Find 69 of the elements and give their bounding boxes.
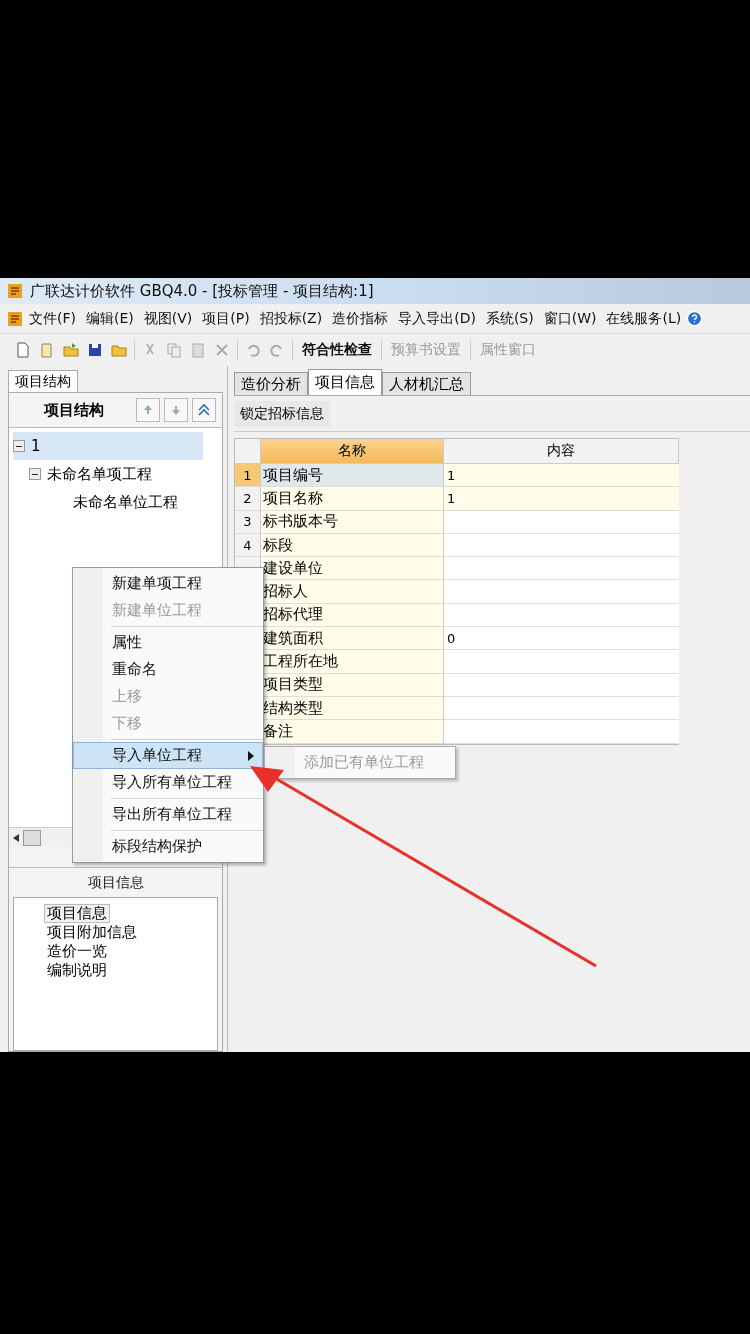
- table-cell: 标书版本号: [261, 510, 444, 534]
- scrollbar-thumb[interactable]: [23, 829, 41, 846]
- menu-item[interactable]: 属性: [73, 629, 263, 656]
- menu-item[interactable]: 造价指标: [327, 309, 394, 328]
- menu-item[interactable]: 视图(V): [138, 309, 198, 328]
- save-icon: [86, 341, 104, 359]
- tree-item[interactable]: 未命名单位工程: [13, 488, 203, 516]
- paste-icon: [189, 341, 207, 359]
- tree-item[interactable]: 项目附加信息: [44, 923, 140, 942]
- table-cell: 项目名称: [261, 487, 444, 511]
- menu-item[interactable]: 文件(F): [24, 309, 81, 328]
- tab[interactable]: 造价分析: [234, 372, 308, 395]
- collapse-toggle[interactable]: [29, 468, 41, 480]
- column-header: 内容: [444, 439, 679, 464]
- row-number: 1: [235, 464, 261, 488]
- new-file-icon: [14, 341, 32, 359]
- row-number: 4: [235, 533, 261, 558]
- caret-icon: [248, 750, 254, 761]
- table-cell: 项目编号: [261, 464, 444, 488]
- table-cell: 招标人: [261, 580, 444, 604]
- app-logo-icon: [6, 282, 24, 300]
- menu-item[interactable]: 招投标(Z): [254, 309, 328, 328]
- menu-item[interactable]: 项目(P): [197, 309, 255, 328]
- collapse-toggle[interactable]: [13, 440, 25, 452]
- table-cell: 工程所在地: [261, 650, 444, 674]
- row-number: 3: [235, 510, 261, 534]
- tree-item[interactable]: 未命名单项工程: [13, 460, 203, 488]
- table-cell: 建筑面积: [261, 627, 444, 651]
- header-corner: [235, 439, 261, 464]
- menu-item[interactable]: 标段结构保护: [73, 833, 263, 860]
- copy-icon: [165, 341, 183, 359]
- tree-item[interactable]: 造价一览: [44, 942, 110, 961]
- tree-item[interactable]: 编制说明: [44, 961, 110, 980]
- left-arrow-icon: [13, 833, 19, 842]
- tree-item[interactable]: 1: [13, 432, 203, 460]
- table-cell: 备注: [261, 720, 444, 744]
- tree-label: 1: [31, 437, 41, 455]
- table-cell: 1: [444, 487, 679, 511]
- panel-tab[interactable]: 项目结构: [8, 370, 78, 392]
- table-cell: 1: [444, 464, 679, 488]
- open-folder-icon: [62, 341, 80, 359]
- menu-item[interactable]: 系统(S): [480, 309, 539, 328]
- menu-item[interactable]: 重命名: [73, 656, 263, 683]
- table-cell: 0: [444, 627, 679, 651]
- menu-item[interactable]: 窗口(W): [538, 309, 602, 328]
- tree-label: 未命名单项工程: [47, 464, 152, 484]
- menu-item[interactable]: 在线服务(L): [601, 309, 687, 328]
- help-icon[interactable]: [686, 310, 704, 327]
- tab[interactable]: 人材机汇总: [382, 372, 471, 395]
- menu-item[interactable]: 导入所有单位工程: [73, 769, 263, 796]
- app-logo-icon: [6, 309, 24, 328]
- tab[interactable]: 项目信息: [308, 369, 382, 395]
- tree-label: 未命名单位工程: [73, 492, 178, 512]
- lock-button[interactable]: 锁定招标信息: [234, 400, 330, 427]
- menu-item[interactable]: 编辑(E): [81, 309, 139, 328]
- column-header: 名称: [261, 439, 444, 464]
- tree-item[interactable]: 项目信息: [44, 904, 110, 923]
- table-cell: 标段: [261, 533, 444, 558]
- table-cell: 建设单位: [261, 557, 444, 581]
- menu-item[interactable]: 导出所有单位工程: [73, 801, 263, 828]
- panel-title: 项目结构: [42, 400, 105, 420]
- row-number: 2: [235, 487, 261, 511]
- menu-item[interactable]: 导入导出(D): [393, 309, 481, 328]
- toolbar-button[interactable]: 符合性检查: [299, 341, 375, 359]
- collapse-button[interactable]: [192, 398, 216, 422]
- window-title: 广联达计价软件 GBQ4.0 - [投标管理 - 项目结构:1]: [30, 281, 374, 301]
- menu-item[interactable]: 新建单项工程: [73, 570, 263, 597]
- menu-item[interactable]: 导入单位工程: [73, 742, 263, 769]
- panel-title: 项目信息: [87, 873, 144, 892]
